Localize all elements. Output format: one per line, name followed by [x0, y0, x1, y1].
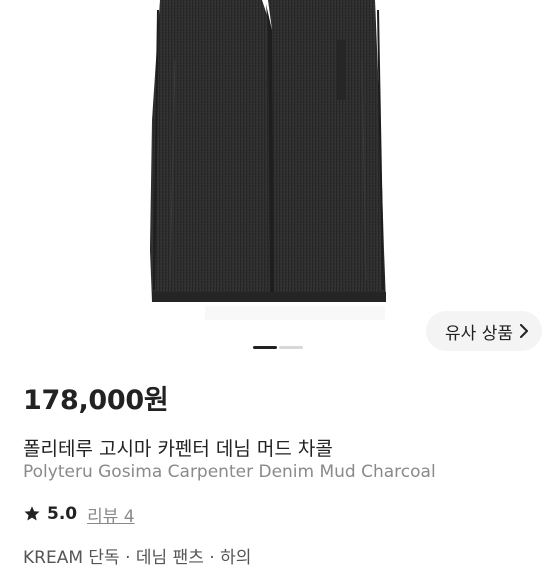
product-tags-line: KREAM 단독 · 데님 팬츠 · 하의 — [23, 548, 252, 568]
indicator-active-segment — [253, 346, 277, 349]
star-icon — [24, 506, 40, 521]
product-image-pants — [150, 0, 386, 320]
product-price: 178,000원 — [23, 385, 169, 416]
chevron-right-icon — [519, 324, 528, 338]
similar-products-button[interactable]: 유사 상품 — [426, 311, 542, 351]
similar-products-label: 유사 상품 — [445, 323, 513, 344]
product-title-korean: 폴리테루 고시마 카펜터 데님 머드 차콜 — [23, 438, 333, 460]
indicator-inactive-segment — [279, 346, 303, 349]
rating-row: 5.0 리뷰 4 — [23, 502, 135, 527]
product-title-english: Polyteru Gosima Carpenter Denim Mud Char… — [23, 462, 436, 482]
gallery-page-indicator — [253, 346, 303, 349]
rating-value: 5.0 — [47, 504, 78, 524]
product-image-gallery[interactable]: 유사 상품 — [0, 0, 555, 360]
review-count-link[interactable]: 리뷰 4 — [87, 502, 135, 527]
